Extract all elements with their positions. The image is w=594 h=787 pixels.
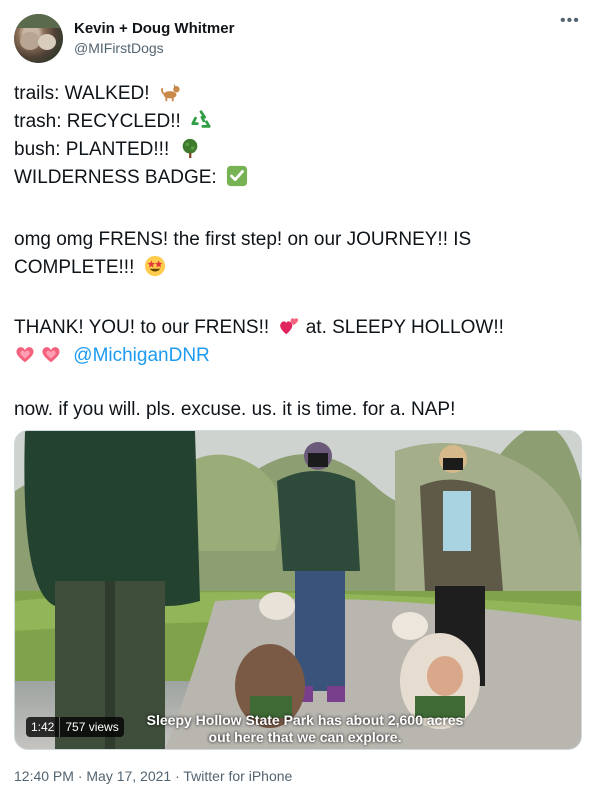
tweet-timestamp[interactable]: 12:40 PM · May 17, 2021 · Twitter for iP… (14, 768, 292, 784)
video-duration: 1:42 (26, 717, 60, 737)
check-mark-button-icon (226, 165, 248, 187)
tweet-text: at. SLEEPY HOLLOW!! (305, 317, 504, 338)
dog-icon (160, 83, 180, 102)
tweet-text: trash: RECYCLED!! (14, 111, 181, 132)
heart-icon (42, 347, 60, 363)
tweet-line: bush: PLANTED!!! (14, 136, 201, 164)
tweet-line: THANK! YOU! to our FRENS!! at. SLEEPY HO… (14, 314, 504, 342)
tweet-text: WILDERNESS BADGE: (14, 167, 217, 188)
tweet-line: COMPLETE!!! (14, 254, 166, 282)
tweet-text: trails: WALKED! (14, 83, 150, 104)
caption-line: Sleepy Hollow State Park has about 2,600… (146, 712, 464, 728)
more-options-icon[interactable]: ••• (560, 12, 580, 30)
tweet-line: trash: RECYCLED!! (14, 108, 212, 136)
recycle-icon (191, 110, 211, 128)
video-caption: Sleepy Hollow State Park has about 2,600… (115, 712, 495, 746)
author-handle[interactable]: @MIFirstDogs (74, 40, 164, 56)
tweet-line: WILDERNESS BADGE: (14, 164, 248, 192)
tweet-text: COMPLETE!!! (14, 257, 135, 278)
tweet-line: omg omg FRENS! the first step! on our JO… (14, 229, 472, 250)
heart-icon (16, 347, 34, 363)
tree-icon (182, 138, 197, 159)
tweet-text: bush: PLANTED!!! (14, 139, 170, 160)
two-hearts-icon (280, 318, 299, 335)
tweet-line: @MichiganDNR (14, 342, 210, 370)
tweet-line: now. if you will. pls. excuse. us. it is… (14, 399, 456, 420)
author-name[interactable]: Kevin + Doug Whitmer (74, 20, 234, 37)
tweet-text: THANK! YOU! to our FRENS!! (14, 317, 270, 338)
avatar[interactable] (14, 14, 63, 63)
video-meta: 1:42 757 views (26, 717, 124, 737)
caption-line: out here that we can explore. (208, 729, 402, 745)
star-struck-icon (144, 255, 165, 277)
video-frame (15, 431, 581, 749)
video-player[interactable]: 1:42 757 views Sleepy Hollow State Park … (14, 430, 582, 750)
tweet-line: trails: WALKED! (14, 80, 181, 108)
mention-link[interactable]: @MichiganDNR (73, 345, 210, 366)
